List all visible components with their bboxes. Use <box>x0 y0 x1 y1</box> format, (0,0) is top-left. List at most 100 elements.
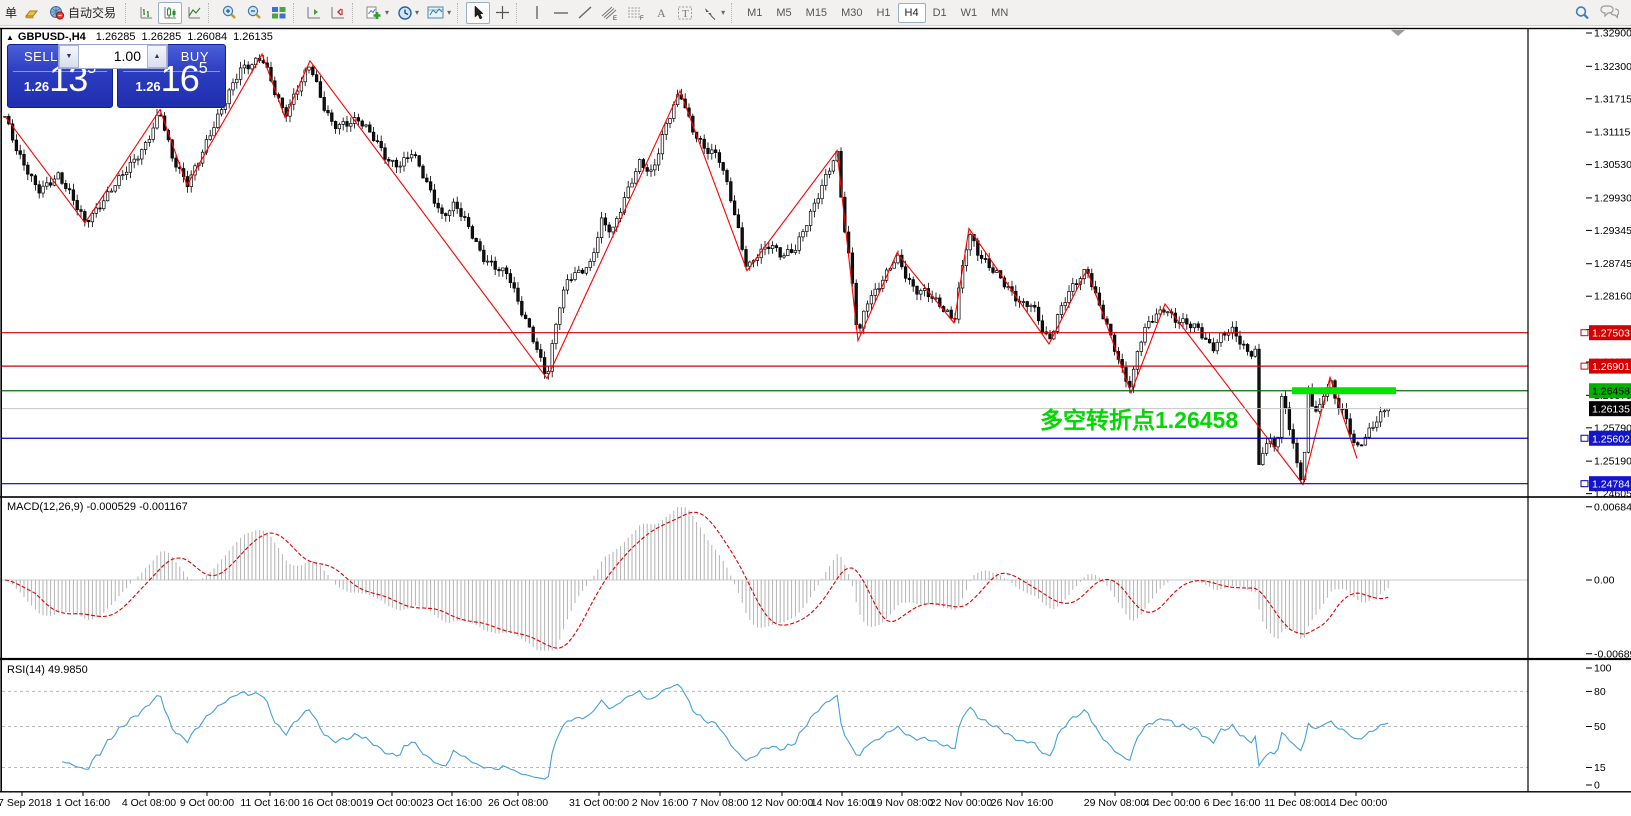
zoom-in-button[interactable] <box>217 2 242 24</box>
timeframe-group: M1M5M15M30H1H4D1W1MN <box>740 3 1015 23</box>
svg-text:0.00: 0.00 <box>1594 575 1615 587</box>
templates-button[interactable]: ▾ <box>423 2 455 24</box>
symbol-direction-icon: ▲ <box>6 33 14 42</box>
timeframe-mn-button[interactable]: MN <box>984 3 1015 23</box>
timeframe-m1-button[interactable]: M1 <box>740 3 769 23</box>
svg-text:50: 50 <box>1594 721 1606 733</box>
volume-increase-button[interactable]: ▲ <box>147 45 167 68</box>
tile-windows-button[interactable] <box>267 2 291 24</box>
symbol-label: GBPUSD-,H4 <box>18 31 86 43</box>
svg-text:1.32900: 1.32900 <box>1594 28 1631 40</box>
volume-control: ▼ 1.00 ▲ <box>58 44 168 69</box>
svg-text:1.31115: 1.31115 <box>1594 127 1631 139</box>
ohlc-high: 1.26285 <box>142 31 182 43</box>
line-chart-mode-button[interactable] <box>182 2 206 24</box>
svg-text:6 Dec 16:00: 6 Dec 16:00 <box>1204 797 1261 809</box>
chart-ohlc-header: ▲ GBPUSD-,H4 1.26285 1.26285 1.26084 1.26135 <box>6 31 279 43</box>
svg-text:7 Nov 08:00: 7 Nov 08:00 <box>692 797 749 809</box>
svg-text:-0.006894: -0.006894 <box>1594 648 1631 660</box>
timeframe-d1-button[interactable]: D1 <box>926 3 954 23</box>
svg-text:F: F <box>640 16 644 21</box>
toolbar-separator <box>516 3 523 23</box>
horizontal-line-tool-button[interactable] <box>549 2 573 24</box>
svg-text:E: E <box>613 16 617 21</box>
svg-text:1 Oct 16:00: 1 Oct 16:00 <box>56 797 110 809</box>
svg-text:12 Nov 00:00: 12 Nov 00:00 <box>751 797 814 809</box>
svg-text:1.24784: 1.24784 <box>1592 479 1630 491</box>
svg-text:1.32300: 1.32300 <box>1594 61 1631 73</box>
toolbar-separator <box>208 3 215 23</box>
timeframe-m5-button[interactable]: M5 <box>769 3 798 23</box>
cursor-tool-button[interactable] <box>466 2 490 24</box>
ohlc-close: 1.26135 <box>233 31 273 43</box>
chevron-down-icon: ▾ <box>415 8 419 17</box>
toolbar-separator <box>457 3 464 23</box>
new-order-label[interactable]: 单 <box>5 4 17 21</box>
svg-text:26 Nov 16:00: 26 Nov 16:00 <box>991 797 1054 809</box>
auto-scroll-button[interactable] <box>302 2 326 24</box>
channel-tool-button[interactable]: E <box>597 2 623 24</box>
svg-text:100: 100 <box>1594 663 1612 675</box>
svg-text:1.25602: 1.25602 <box>1592 433 1630 445</box>
svg-text:1.27503: 1.27503 <box>1592 328 1630 340</box>
arrows-tool-button[interactable]: ▾ <box>697 2 729 24</box>
svg-text:1.26135: 1.26135 <box>1592 404 1630 416</box>
text-label-tool-button[interactable]: T <box>673 2 697 24</box>
vertical-line-tool-button[interactable] <box>525 2 549 24</box>
pane-separator[interactable] <box>0 658 1631 660</box>
auto-trading-button[interactable]: 自动交易 <box>45 2 123 24</box>
auto-trading-label: 自动交易 <box>68 4 116 21</box>
bar-chart-mode-button[interactable] <box>134 2 158 24</box>
trendline-tool-button[interactable] <box>573 2 597 24</box>
svg-text:11 Oct 16:00: 11 Oct 16:00 <box>240 797 300 809</box>
timeframe-w1-button[interactable]: W1 <box>954 3 985 23</box>
svg-text:1.26458: 1.26458 <box>1592 386 1630 398</box>
svg-text:31 Oct 00:00: 31 Oct 00:00 <box>569 797 629 809</box>
svg-text:14 Dec 00:00: 14 Dec 00:00 <box>1325 797 1388 809</box>
chart-shift-button[interactable] <box>326 2 350 24</box>
chart-surface[interactable]: 多空转折点1.264581.329001.323001.317151.31115… <box>0 0 1631 816</box>
macd-label: MACD(12,26,9) -0.000529 -0.001167 <box>7 501 188 513</box>
zoom-out-button[interactable] <box>242 2 267 24</box>
timeframe-m15-button[interactable]: M15 <box>799 3 834 23</box>
indicators-button[interactable]: ▾ <box>361 2 393 24</box>
text-tool-button[interactable]: A <box>649 2 673 24</box>
search-icon[interactable] <box>1570 2 1595 24</box>
svg-text:0.006844: 0.006844 <box>1594 501 1631 513</box>
svg-text:0: 0 <box>1594 780 1600 792</box>
timeframe-h4-button[interactable]: H4 <box>898 3 926 23</box>
mt4-window: 单 自动交易 <box>0 0 1631 816</box>
chevron-down-icon: ▾ <box>447 8 451 17</box>
volume-input[interactable]: 1.00 <box>79 45 147 68</box>
sell-price-prefix: 1.26 <box>24 79 49 94</box>
svg-text:14 Nov 16:00: 14 Nov 16:00 <box>811 797 874 809</box>
one-click-trading-panel: SELL 1.26135 BUY 1.26165 ▼ 1.00 ▲ <box>7 44 226 110</box>
svg-text:16 Oct 08:00: 16 Oct 08:00 <box>302 797 362 809</box>
svg-text:19 Nov 08:00: 19 Nov 08:00 <box>871 797 934 809</box>
timeframe-h1-button[interactable]: H1 <box>869 3 897 23</box>
pane-separator[interactable] <box>0 496 1631 498</box>
svg-text:19 Oct 00:00: 19 Oct 00:00 <box>362 797 422 809</box>
fibonacci-tool-button[interactable]: F <box>623 2 649 24</box>
pane-separator[interactable] <box>0 791 1631 792</box>
svg-text:4 Oct 08:00: 4 Oct 08:00 <box>122 797 176 809</box>
volume-decrease-button[interactable]: ▼ <box>59 45 79 68</box>
chat-icon[interactable] <box>1595 2 1623 24</box>
svg-text:1.29930: 1.29930 <box>1594 192 1631 204</box>
pane-separator[interactable] <box>0 28 1631 29</box>
crosshair-tool-button[interactable] <box>490 2 514 24</box>
candlestick-mode-button[interactable] <box>158 2 182 24</box>
gold-bar-icon[interactable] <box>20 2 45 24</box>
timeframe-m30-button[interactable]: M30 <box>834 3 869 23</box>
svg-text:26 Oct 08:00: 26 Oct 08:00 <box>488 797 548 809</box>
turning-point-highlight[interactable] <box>1292 387 1396 394</box>
periods-button[interactable]: ▾ <box>393 2 423 24</box>
ohlc-open: 1.26285 <box>96 31 136 43</box>
svg-text:22 Nov 00:00: 22 Nov 00:00 <box>930 797 993 809</box>
svg-text:9 Oct 00:00: 9 Oct 00:00 <box>180 797 234 809</box>
svg-text:80: 80 <box>1594 686 1606 698</box>
buy-price-prefix: 1.26 <box>135 79 160 94</box>
svg-text:1.25190: 1.25190 <box>1594 456 1631 468</box>
ohlc-low: 1.26084 <box>187 31 227 43</box>
toolbar-separator <box>125 3 132 23</box>
